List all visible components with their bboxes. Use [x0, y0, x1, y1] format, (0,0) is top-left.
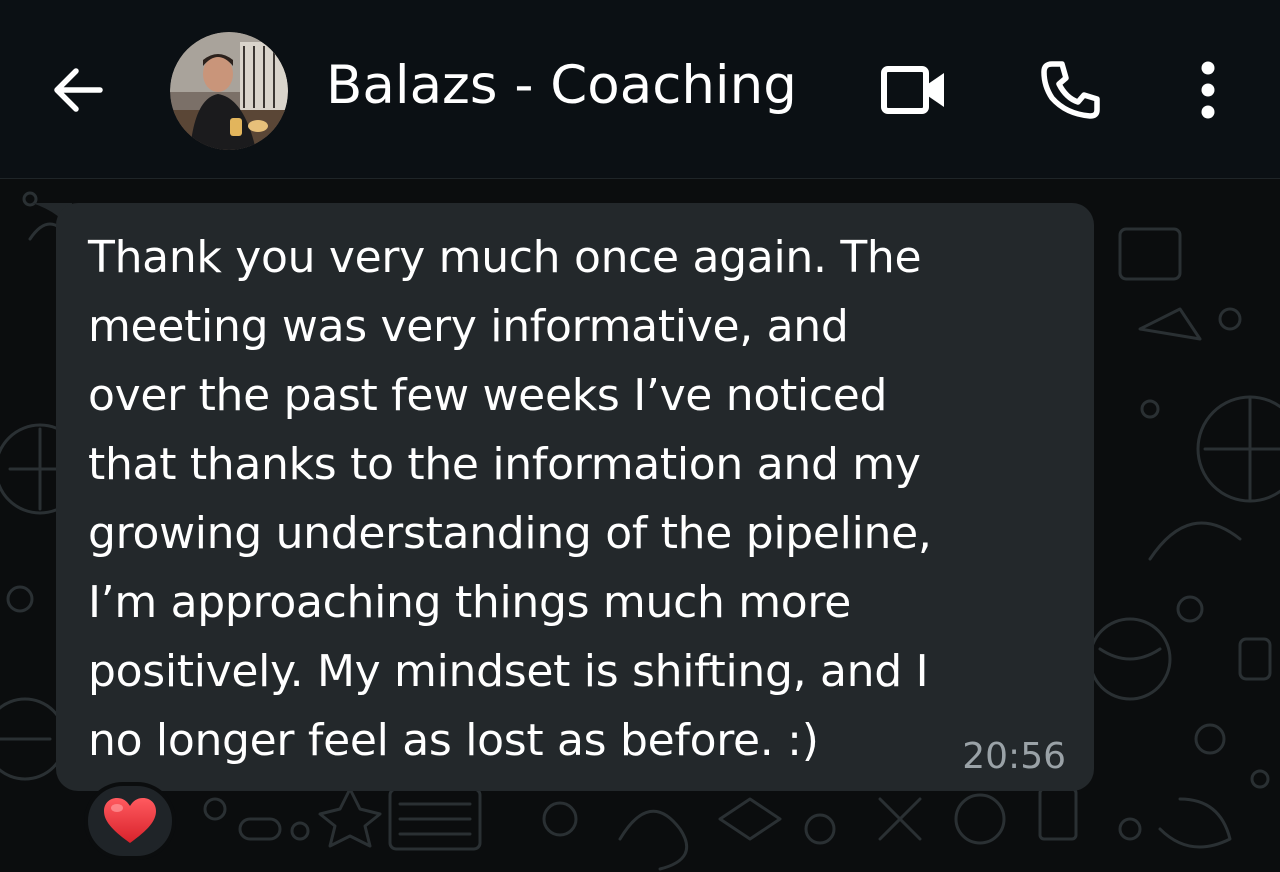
more-vertical-icon	[1201, 61, 1215, 119]
message-reaction[interactable]	[84, 782, 176, 860]
arrow-left-icon	[54, 68, 103, 112]
chat-header: Balazs - Coaching	[0, 0, 1280, 179]
message-timestamp: 20:56	[962, 736, 1066, 777]
red-heart-icon	[104, 798, 156, 843]
video-camera-icon	[881, 66, 944, 114]
voice-call-button[interactable]	[1032, 52, 1108, 128]
message-text: Thank you very much once again. The meet…	[88, 232, 932, 766]
chat-screen: Balazs - Coaching Thank you very much on…	[0, 0, 1280, 872]
video-call-button[interactable]	[876, 52, 952, 128]
incoming-message-bubble[interactable]: Thank you very much once again. The meet…	[56, 203, 1094, 791]
back-button[interactable]	[40, 52, 116, 128]
more-options-button[interactable]	[1170, 52, 1246, 128]
contact-name[interactable]: Balazs - Coaching	[326, 52, 797, 120]
phone-icon	[1041, 61, 1100, 119]
avatar-photo	[170, 32, 288, 150]
contact-avatar[interactable]	[170, 32, 288, 150]
